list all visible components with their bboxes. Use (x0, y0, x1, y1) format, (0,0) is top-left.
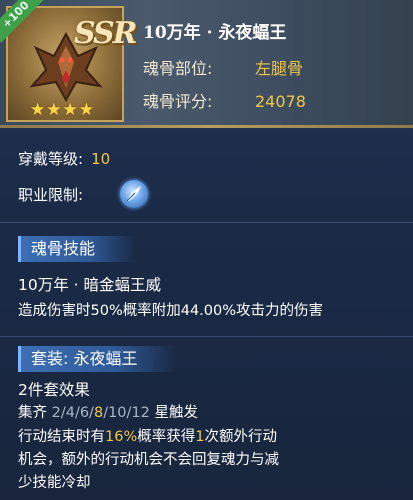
soul-bone-skill-tab: 魂骨技能 (18, 236, 136, 262)
divider (0, 336, 413, 337)
set-effect-title: 2件套效果 (18, 381, 90, 399)
collect-tier-current: 8 (93, 405, 104, 421)
level-row: 穿戴等级: 10 (18, 148, 110, 169)
slot-value: 左腿骨 (255, 59, 304, 78)
desc-chance: 16% (105, 429, 138, 445)
score-row: 魂骨评分: 24078 (143, 88, 306, 112)
score-value: 24078 (255, 92, 306, 111)
trigger-label: 星触发 (154, 405, 198, 421)
divider (0, 222, 413, 223)
desc-part: 行动结束时有 (18, 429, 105, 445)
set-desc-line-2: 机会，额外的行动机会不会回复魂力与减 (18, 452, 279, 468)
class-label: 职业限制: (18, 186, 84, 204)
slot-row: 魂骨部位: 左腿骨 (143, 55, 303, 79)
ribbon-label: +100 (0, 0, 44, 43)
set-collect-line: 集齐 2/4/6/8/10/12 星触发 (18, 403, 399, 424)
level-ribbon: +100 (0, 0, 44, 44)
rarity-badge: SSR (74, 16, 138, 51)
desc-part: 次额外行动 (204, 429, 277, 445)
class-row: 职业限制: (18, 184, 83, 205)
collect-tiers-a: 2/4/6/ (51, 405, 94, 421)
feather-class-icon[interactable] (120, 180, 148, 208)
item-title: 10万年 · 永夜蝠王 (143, 23, 287, 43)
soul-bone-detail-panel: SSR ★★★★ +100 10万年 · 永夜蝠王 魂骨部位: 左腿骨 魂骨评分:… (0, 0, 413, 500)
item-header: SSR ★★★★ +100 10万年 · 永夜蝠王 魂骨部位: 左腿骨 魂骨评分:… (0, 0, 413, 128)
score-label: 魂骨评分: (143, 92, 213, 111)
level-value: 10 (91, 150, 111, 168)
level-label: 穿戴等级: (18, 150, 84, 168)
desc-part: 概率获得 (137, 429, 196, 445)
feather-glyph-icon (126, 186, 141, 202)
slot-label: 魂骨部位: (143, 59, 213, 78)
star-rating: ★★★★ (30, 100, 95, 120)
set-desc-line-3: 少技能冷却 (18, 475, 91, 491)
skill-description: 造成伤害时50%概率附加44.00%攻击力的伤害 (18, 303, 324, 319)
collect-label: 集齐 (18, 405, 47, 421)
skill-name: 10万年 · 暗金蝠王威 (18, 276, 162, 294)
set-desc-line-1: 行动结束时有16%概率获得1次额外行动 (18, 427, 399, 448)
set-tab: 套装: 永夜蝠王 (18, 346, 178, 372)
collect-tiers-c: /10/12 (103, 405, 150, 421)
